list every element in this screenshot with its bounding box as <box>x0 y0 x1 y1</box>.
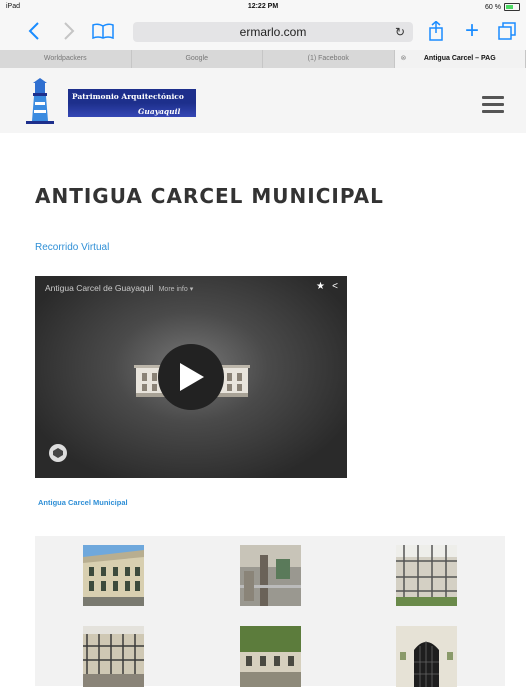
gallery-thumb[interactable] <box>240 545 301 606</box>
forward-icon[interactable] <box>57 19 81 43</box>
tab-label: Google <box>185 55 209 62</box>
bookmarks-icon[interactable] <box>91 19 115 43</box>
status-bar: iPad 12:22 PM 60 % <box>0 0 526 14</box>
tab-label: (1) Facebook <box>307 55 349 62</box>
hamburger-menu-icon[interactable] <box>482 96 504 113</box>
gallery-thumb[interactable] <box>396 626 457 687</box>
tabs-icon[interactable] <box>495 19 519 43</box>
clock: 12:22 PM <box>247 3 279 10</box>
battery-percent: 60 % <box>485 3 501 11</box>
video-title-text: Antigua Carcel de Guayaquil <box>45 283 154 293</box>
photo-gallery <box>35 536 505 687</box>
tab-bar: Worldpackers Google (1) Facebook ⊗ Antig… <box>0 50 526 69</box>
gallery-thumb[interactable] <box>396 545 457 606</box>
lighthouse-icon <box>26 78 54 124</box>
tab-google[interactable]: Google <box>132 50 263 68</box>
play-button[interactable] <box>158 344 224 410</box>
page-title: ANTIGUA CARCEL MUNICIPAL <box>35 184 384 208</box>
video-title[interactable]: Antigua Carcel de Guayaquil More info ▾ <box>45 283 193 293</box>
tab-antigua-carcel[interactable]: ⊗ Antigua Carcel – PAG <box>394 50 526 68</box>
add-tab-icon[interactable]: + <box>460 17 484 44</box>
share-icon[interactable] <box>424 19 448 43</box>
tab-label: Antigua Carcel – PAG <box>423 55 496 62</box>
address-bar[interactable]: ermarlo.com ↻ <box>133 22 413 42</box>
battery-icon <box>504 3 520 11</box>
gallery-caption-link[interactable]: Antigua Carcel Municipal <box>38 498 128 507</box>
logo-city: Guayaquil <box>138 107 181 116</box>
more-info-link[interactable]: More info ▾ <box>159 286 194 293</box>
gallery-thumb[interactable] <box>83 545 144 606</box>
gallery-thumb[interactable] <box>83 626 144 687</box>
back-icon[interactable] <box>22 19 46 43</box>
play-icon <box>180 363 204 391</box>
gallery-thumb[interactable] <box>240 626 301 687</box>
video-embed[interactable]: Antigua Carcel de Guayaquil More info ▾ … <box>35 276 347 478</box>
virtual-tour-link[interactable]: Recorrido Virtual <box>35 242 109 253</box>
tab-label: Worldpackers <box>43 55 87 62</box>
share-icon[interactable]: < <box>332 281 338 292</box>
logo-title: Patrimonio Arquitectónico <box>72 92 184 101</box>
star-icon[interactable]: ★ <box>316 281 325 292</box>
reload-icon[interactable]: ↻ <box>395 22 405 42</box>
site-logo[interactable]: Patrimonio Arquitectónico Guayaquil <box>22 77 196 125</box>
browser-toolbar: ermarlo.com ↻ + <box>0 14 526 50</box>
tab-worldpackers[interactable]: Worldpackers <box>0 50 132 68</box>
close-tab-icon[interactable]: ⊗ <box>401 50 407 68</box>
tab-facebook[interactable]: (1) Facebook <box>263 50 395 68</box>
battery-indicator: 60 % <box>485 3 520 11</box>
viewer-logo-icon[interactable] <box>49 444 67 462</box>
url-text: ermarlo.com <box>239 25 307 39</box>
